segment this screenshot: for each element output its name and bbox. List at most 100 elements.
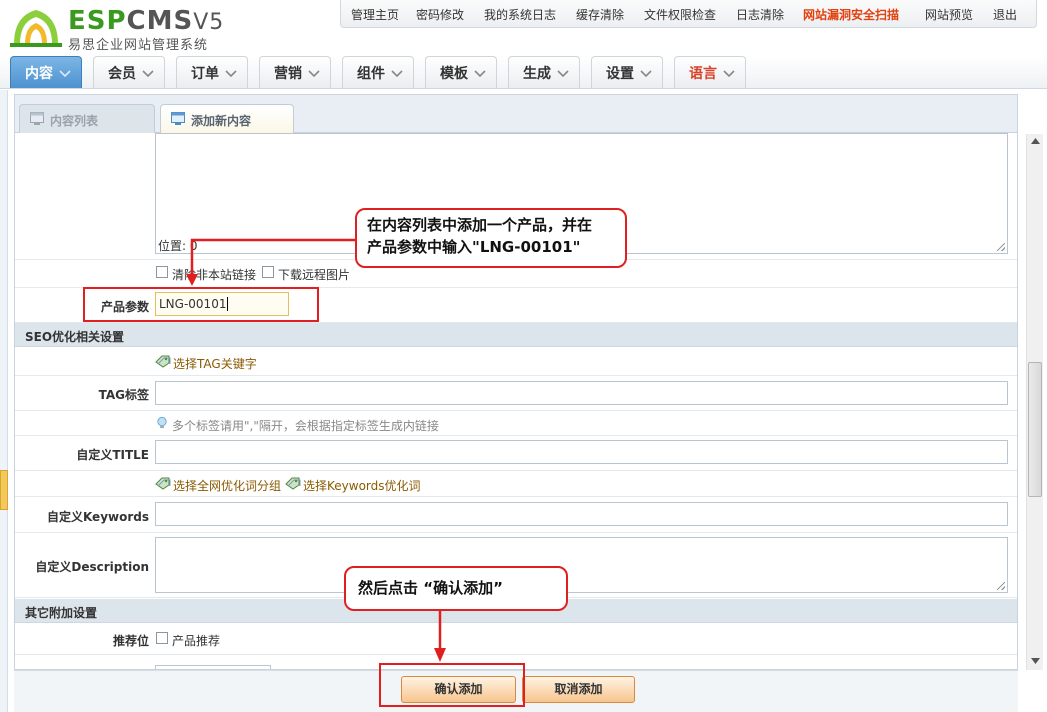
callout-instruction-2: 然后点击 “确认添加” [344,566,568,611]
topnav-logout[interactable]: 退出 [993,6,1017,23]
tag-icon [155,477,171,490]
scroll-down-arrow-icon[interactable] [1031,658,1040,664]
cancel-add-button[interactable]: 取消添加 [522,676,635,703]
download-images-label: 下载远程图片 [278,268,351,282]
callout-line: 产品参数中输入"LNG-00101" [367,238,581,256]
tag-select-row: 选择TAG关键字 [15,347,1017,376]
header: ESPCMSV5 易思企业网站管理系统 管理主页 密码修改 我的系统日志 缓存清… [0,0,1047,56]
logo: ESPCMSV5 易思企业网站管理系统 [10,4,223,53]
chevron-down-icon [225,70,237,77]
title-row: 自定义TITLE [15,436,1017,471]
tag-row: TAG标签 [15,376,1017,411]
topnav-preview[interactable]: 网站预览 [925,6,973,23]
tab-marketing[interactable]: 营销 [259,56,331,88]
subtab-content-list[interactable]: 内容列表 [19,104,155,133]
topnav-system-log[interactable]: 我的系统日志 [484,6,556,23]
tab-label: 订单 [191,66,219,82]
tab-label: 模板 [440,66,468,82]
keywords-row: 自定义Keywords [15,497,1017,533]
tab-label: 设置 [606,66,634,82]
main-nav: 内容 会员 订单 营销 组件 模板 生成 设置 语言 [0,56,1047,89]
resize-grip-icon[interactable] [997,582,1005,590]
recommend-checkbox[interactable] [156,632,168,644]
subtab-label: 添加新内容 [191,114,252,128]
chevron-down-icon [640,70,652,77]
download-images-checkbox[interactable] [262,266,274,278]
sidebar-collapse-bar [0,90,8,712]
topnav-security-scan[interactable]: 网站漏洞安全扫描 [803,6,899,23]
scrollbar-thumb[interactable] [1028,362,1042,497]
chevron-down-icon [142,70,154,77]
clear-links-checkbox[interactable] [156,266,168,278]
chevron-down-icon [308,70,320,77]
topnav-clear-log[interactable]: 日志清除 [736,6,784,23]
description-label: 自定义Description [35,560,149,574]
tab-templates[interactable]: 模板 [425,56,497,88]
chevron-down-icon [474,70,486,77]
tab-label: 语言 [689,66,717,82]
chevron-down-icon [391,70,403,77]
resize-grip-icon[interactable] [997,243,1005,251]
logo-mark-icon [10,10,62,47]
seo-section-header: SEO优化相关设置 [15,323,1017,347]
keywords-label: 自定义Keywords [46,510,149,524]
tab-members[interactable]: 会员 [93,56,165,88]
section-title: 其它附加设置 [25,606,98,620]
select-keywords-link[interactable]: 选择Keywords优化词 [303,477,421,494]
tag-hint: 多个标签请用","隔开，会根据指定标签生成内链接 [172,419,439,433]
highlight-box-product-param [83,287,319,322]
tag-hint-row: 多个标签请用","隔开，会根据指定标签生成内链接 [15,411,1017,436]
tab-label: 生成 [523,66,551,82]
section-title: SEO优化相关设置 [25,330,125,344]
logo-subtitle: 易思企业网站管理系统 [68,38,209,53]
highlight-box-confirm-button [379,663,525,707]
title-input[interactable] [155,440,1008,464]
window-icon [171,112,185,125]
logo-text: ESPCMSV5 [68,6,225,36]
select-tag-link[interactable]: 选择TAG关键字 [173,355,257,372]
clear-links-label: 清除非本站链接 [172,268,257,282]
keywords-input[interactable] [155,502,1008,526]
chevron-down-icon [723,70,735,77]
tab-label: 会员 [108,66,136,82]
tab-label: 内容 [25,66,53,82]
select-group-link[interactable]: 选择全网优化词分组 [173,477,281,494]
description-textarea[interactable] [155,537,1008,593]
recommend-row: 推荐位 产品推荐 [15,623,1017,655]
tag-label: TAG标签 [98,388,149,402]
keyword-links-row: 选择全网优化词分组 选择Keywords优化词 [15,471,1017,497]
tab-content[interactable]: 内容 [10,56,82,88]
tab-orders[interactable]: 订单 [176,56,248,88]
callout-line: 在内容列表中添加一个产品，并在 [367,216,593,234]
window-icon [30,112,44,125]
scroll-up-arrow-icon[interactable] [1031,138,1040,144]
subtab-add-content[interactable]: 添加新内容 [160,104,294,134]
topnav-file-permission[interactable]: 文件权限检查 [644,6,716,23]
tab-language[interactable]: 语言 [674,56,746,88]
top-nav: 管理主页 密码修改 我的系统日志 缓存清除 文件权限检查 日志清除 网站漏洞安全… [340,0,1037,28]
vertical-scrollbar[interactable] [1026,134,1043,670]
tab-generate[interactable]: 生成 [508,56,580,88]
recommend-label: 推荐位 [112,634,149,648]
lightbulb-icon [157,416,167,429]
sidebar-toggle-handle[interactable] [0,470,8,510]
tab-settings[interactable]: 设置 [591,56,663,88]
chevron-down-icon [557,70,569,77]
callout-line: 然后点击 “确认添加” [358,579,503,597]
topnav-home[interactable]: 管理主页 [351,6,399,23]
topnav-clear-cache[interactable]: 缓存清除 [576,6,624,23]
callout-instruction-1: 在内容列表中添加一个产品，并在 产品参数中输入"LNG-00101" [355,208,627,268]
tab-components[interactable]: 组件 [342,56,414,88]
tag-icon [285,477,301,490]
editor-position: 位置: 0 [158,239,198,253]
sub-tabs: 内容列表 添加新内容 [15,95,1017,134]
topnav-password[interactable]: 密码修改 [416,6,464,23]
recommend-option-label: 产品推荐 [172,634,221,648]
tag-icon [155,355,171,368]
tab-label: 营销 [274,66,302,82]
chevron-down-icon [59,70,71,77]
subtab-label: 内容列表 [50,114,99,128]
tag-input[interactable] [155,381,1008,405]
tab-label: 组件 [357,66,385,82]
title-label: 自定义TITLE [76,448,149,462]
